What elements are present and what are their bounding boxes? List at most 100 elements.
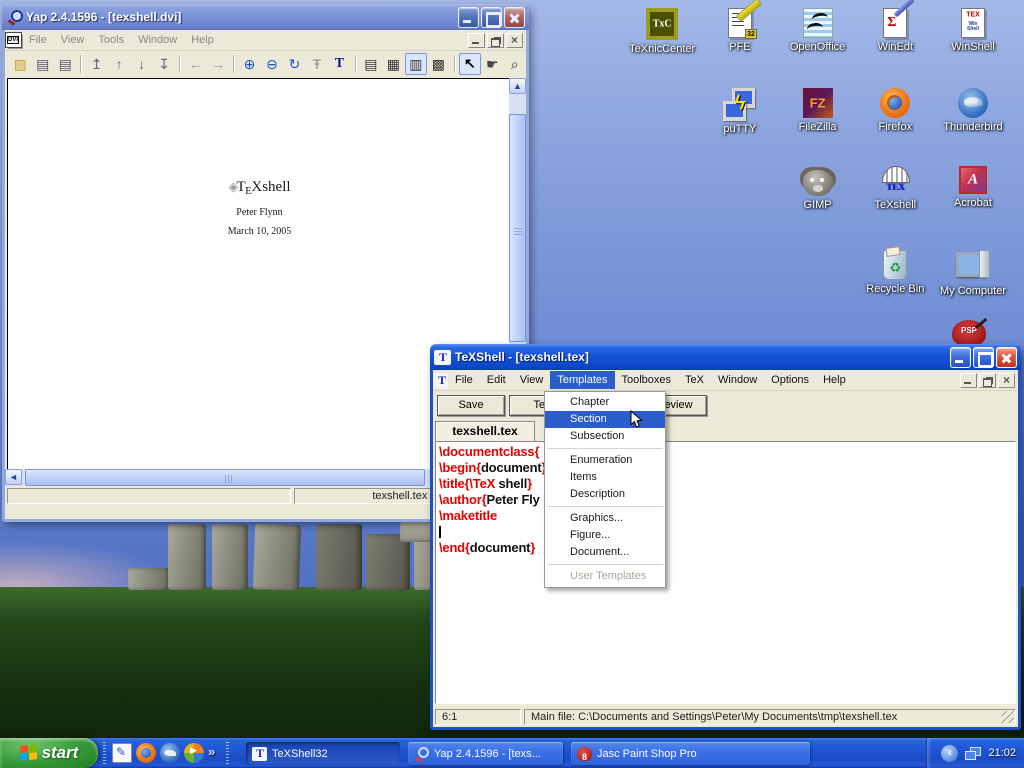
desktop-icon-thunderbird[interactable]: Thunderbird	[934, 88, 1012, 133]
menu-separator	[547, 564, 663, 565]
desktop-icon-firefox[interactable]: Firefox	[856, 88, 934, 133]
zoom-in-icon[interactable]: ⊕	[238, 53, 260, 75]
close-button[interactable]	[504, 7, 525, 28]
maximize-button[interactable]	[973, 347, 994, 368]
desktop-icon-filezilla[interactable]: FZFileZilla	[779, 88, 857, 133]
maximize-button[interactable]	[481, 7, 502, 28]
magnifier-icon[interactable]: ⌕	[504, 53, 526, 75]
desktop-icon-my-computer[interactable]: My Computer	[934, 250, 1012, 297]
mdi-minimize-button[interactable]	[468, 33, 485, 48]
template-menu-item-figure-[interactable]: Figure...	[545, 527, 665, 544]
editor-textarea[interactable]: \documentclass{\begin{document}\title{\T…	[435, 441, 1016, 704]
forward-icon[interactable]: →	[207, 53, 229, 75]
mdi-document-icon[interactable]	[433, 373, 448, 388]
media-player-quicklaunch-icon[interactable]	[184, 743, 204, 763]
zoom-out-icon[interactable]: ⊖	[261, 53, 283, 75]
text-mode-icon[interactable]: T	[328, 53, 350, 75]
mouse-cursor	[630, 410, 643, 429]
menu-toolboxes[interactable]: Toolboxes	[615, 371, 679, 389]
next-page-icon[interactable]: ↓	[130, 53, 152, 75]
menu-help[interactable]: Help	[184, 31, 221, 49]
template-menu-item-graphics-[interactable]: Graphics...	[545, 510, 665, 527]
mdi-close-button[interactable]	[506, 33, 523, 48]
windows-flag-icon	[20, 744, 37, 762]
close-button[interactable]	[996, 347, 1017, 368]
minimize-button[interactable]	[950, 347, 971, 368]
desktop-icon-label: Acrobat	[934, 197, 1012, 209]
menu-options[interactable]: Options	[764, 371, 816, 389]
editor-line: \documentclass{	[439, 444, 1015, 460]
template-menu-item-items[interactable]: Items	[545, 469, 665, 486]
texshell-shell-icon: TEX	[880, 166, 910, 196]
thunderbird-quicklaunch-icon[interactable]	[160, 743, 180, 763]
first-page-icon[interactable]: ↥	[85, 53, 107, 75]
view-facing-pages-icon[interactable]: ▦	[382, 53, 404, 75]
menu-file[interactable]: File	[22, 31, 54, 49]
last-page-icon[interactable]: ↧	[153, 53, 175, 75]
mdi-restore-button[interactable]	[487, 33, 504, 48]
view-continuous-facing-icon[interactable]: ▩	[427, 53, 449, 75]
tray-collapse-chevron-icon[interactable]: ‹	[941, 745, 958, 762]
ruler-text-icon[interactable]: Ŧ	[306, 53, 328, 75]
desktop-icon-recycle-bin[interactable]: ♻Recycle Bin	[856, 250, 934, 295]
quicklaunch-overflow-chevron[interactable]: »	[208, 744, 215, 759]
menu-window[interactable]: Window	[711, 371, 764, 389]
menu-view[interactable]: View	[513, 371, 551, 389]
paint-shop-pro-desktop-icon[interactable]: PSP	[952, 320, 986, 346]
back-icon[interactable]: ←	[184, 53, 206, 75]
desktop-icon-texniccenter[interactable]: TxCTeXnicCenter	[623, 8, 701, 55]
vertical-scroll-thumb[interactable]	[509, 114, 526, 342]
open-folder-icon[interactable]: ▨	[9, 53, 31, 75]
prev-page-icon[interactable]: ↑	[108, 53, 130, 75]
template-menu-item-document-[interactable]: Document...	[545, 544, 665, 561]
desktop-icon-putty[interactable]: ϟpuTTY	[701, 88, 779, 135]
template-menu-item-subsection[interactable]: Subsection	[545, 428, 665, 445]
menu-templates[interactable]: Templates	[550, 371, 614, 389]
menu-window[interactable]: Window	[131, 31, 184, 49]
texshell-titlebar[interactable]: TeXShell - [texshell.tex]	[430, 344, 1021, 370]
hand-tool-icon[interactable]: ☛	[481, 53, 503, 75]
template-menu-item-enumeration[interactable]: Enumeration	[545, 452, 665, 469]
desktop-icon-acrobat[interactable]: AAcrobat	[934, 166, 1012, 209]
horizontal-scroll-thumb[interactable]	[25, 469, 425, 486]
menu-tools[interactable]: Tools	[91, 31, 131, 49]
print-icon[interactable]: ▤	[31, 53, 53, 75]
menu-help[interactable]: Help	[816, 371, 853, 389]
desktop-icon-winedt[interactable]: ΣWinEdt	[856, 8, 934, 53]
show-desktop-icon[interactable]	[112, 743, 132, 763]
select-arrow-icon[interactable]: ↖	[459, 53, 481, 75]
yap-titlebar[interactable]: Yap 2.4.1596 - [texshell.dvi]	[2, 4, 529, 30]
template-menu-item-description[interactable]: Description	[545, 486, 665, 503]
resize-grip[interactable]	[1002, 711, 1014, 723]
desktop-icon-gimp[interactable]: GIMP	[779, 166, 857, 211]
save-button[interactable]: Save	[437, 395, 505, 416]
template-menu-item-section[interactable]: Section	[545, 411, 665, 428]
mdi-minimize-button[interactable]	[960, 373, 977, 388]
menu-file[interactable]: File	[448, 371, 480, 389]
mdi-close-button[interactable]	[998, 373, 1015, 388]
template-menu-item-chapter[interactable]: Chapter	[545, 394, 665, 411]
desktop-icon-pfe[interactable]: 32PFE	[701, 8, 779, 53]
menu-view[interactable]: View	[54, 31, 92, 49]
scroll-up-button[interactable]: ▲	[509, 78, 526, 94]
network-tray-icon[interactable]	[965, 747, 981, 760]
mdi-restore-button[interactable]	[979, 373, 996, 388]
taskbar-button-jasc-paint-shop-pro[interactable]: 8Jasc Paint Shop Pro	[571, 742, 810, 765]
desktop-icon-texshell[interactable]: TEXTeXshell	[856, 166, 934, 211]
print-page-icon[interactable]: ▤	[54, 53, 76, 75]
dvi-document-icon[interactable]	[5, 32, 22, 48]
tab-texshell-tex[interactable]: texshell.tex	[435, 421, 535, 441]
menu-edit[interactable]: Edit	[480, 371, 513, 389]
minimize-button[interactable]	[458, 7, 479, 28]
firefox-quicklaunch-icon[interactable]	[136, 743, 156, 763]
refresh-icon[interactable]: ↻	[283, 53, 305, 75]
view-continuous-icon[interactable]: ▥	[405, 53, 427, 75]
taskbar-button-texshell32[interactable]: TeXShell32	[246, 742, 400, 765]
start-button[interactable]: start	[0, 738, 98, 768]
menu-tex[interactable]: TeX	[678, 371, 711, 389]
taskbar-button-yap-2-4-1596-texs-[interactable]: Yap 2.4.1596 - [texs...	[408, 742, 563, 765]
desktop-icon-openoffice[interactable]: OpenOffice	[779, 8, 857, 53]
view-single-page-icon[interactable]: ▤	[360, 53, 382, 75]
desktop-icon-winshell[interactable]: TEXWin ShellWinShell	[934, 8, 1012, 53]
scroll-left-button[interactable]: ◄	[5, 469, 22, 485]
